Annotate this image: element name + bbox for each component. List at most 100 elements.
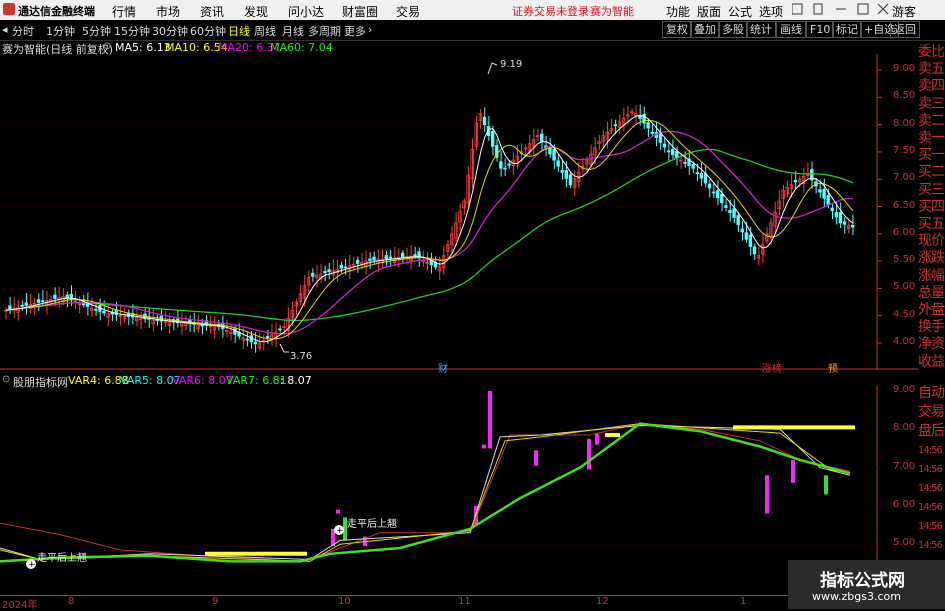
- app-logo-icon: [3, 3, 15, 15]
- tab-period-9[interactable]: 多周期: [308, 23, 341, 39]
- candle-body: [646, 122, 650, 129]
- signal-bar: [595, 433, 599, 445]
- x-axis-month-9: 9: [212, 596, 219, 607]
- chevron-right-icon[interactable]: ›: [368, 23, 372, 36]
- candle-body: [818, 189, 822, 193]
- tab-period-7[interactable]: 周线: [254, 23, 276, 39]
- watermark-url: www.zbgs3.com: [812, 590, 901, 603]
- button-f10[interactable]: F10: [806, 21, 835, 38]
- skin-icon: [792, 3, 803, 15]
- candle-body: [683, 161, 687, 164]
- menu-quotes[interactable]: 行情: [112, 3, 136, 20]
- candle-body: [752, 246, 757, 255]
- candle-body: [715, 190, 720, 199]
- menu-market[interactable]: 市场: [156, 3, 180, 20]
- ma20-line: [5, 130, 854, 335]
- candle-body: [200, 324, 204, 327]
- right-panel-label: 交易: [918, 404, 945, 421]
- button-overlay[interactable]: 叠加: [690, 21, 720, 38]
- x-axis-month-11: 11: [458, 596, 471, 607]
- candle-body: [826, 194, 830, 205]
- tab-period-4[interactable]: 30分钟: [152, 23, 188, 39]
- main-y-tick: 5.00: [893, 281, 916, 293]
- candle-body: [388, 256, 393, 259]
- app-name: 通达信金融终端: [18, 5, 95, 18]
- candle-body: [851, 225, 855, 228]
- settings-icon[interactable]: ⊙: [2, 374, 10, 385]
- svg-text:+: +: [336, 526, 344, 536]
- candle-body: [413, 254, 417, 257]
- right-panel-label: 14:56: [918, 442, 945, 459]
- settings-icon[interactable]: ⊙: [103, 41, 111, 52]
- event-marker-limit-up[interactable]: 涨榜: [762, 360, 782, 375]
- candlestick-chart[interactable]: [0, 54, 918, 370]
- candle-body: [703, 173, 708, 184]
- main-y-tick: 7.00: [893, 172, 916, 184]
- menu-ask[interactable]: 问小达: [288, 3, 324, 20]
- main-y-tick: 8.00: [893, 117, 916, 129]
- candle-body: [736, 215, 740, 226]
- candle-body: [102, 310, 106, 314]
- tab-period-10[interactable]: 更多: [344, 23, 366, 39]
- right-panel-label: 14:56: [918, 518, 945, 535]
- button-multi[interactable]: 多股: [718, 21, 748, 38]
- button-adjust[interactable]: 复权: [662, 21, 692, 38]
- candle-body: [724, 205, 728, 208]
- guest-label[interactable]: 游客: [892, 3, 916, 20]
- main-y-tick: 8.50: [893, 90, 916, 102]
- button-mark[interactable]: 标记: [832, 21, 862, 38]
- tab-arrow-left-icon[interactable]: ◂: [2, 23, 8, 36]
- tab-period-5[interactable]: 60分钟: [190, 23, 226, 39]
- event-marker-forecast[interactable]: 预: [828, 360, 838, 375]
- right-panel-label: 自动: [918, 385, 945, 402]
- menu-wealth[interactable]: 财富圈: [342, 3, 378, 20]
- right-panel-label: 收益: [918, 353, 945, 371]
- candle-body: [548, 147, 552, 155]
- main-y-tick: 4.50: [893, 308, 916, 320]
- button-back[interactable]: 返回: [890, 21, 920, 38]
- candle-body: [658, 132, 663, 143]
- tab-period-1[interactable]: 1分钟: [46, 23, 75, 39]
- candle-body: [507, 163, 511, 166]
- menu-news[interactable]: 资讯: [200, 3, 224, 20]
- main-y-tick: 4.00: [893, 336, 916, 347]
- candle-body: [748, 234, 753, 247]
- candle-body: [36, 299, 41, 303]
- right-panel-label: 卖五: [918, 61, 945, 79]
- login-warning[interactable]: 证券交易未登录: [512, 3, 589, 19]
- right-panel-label: 卖三: [918, 95, 945, 113]
- high-price-label: 9.19: [500, 59, 523, 70]
- menu-options[interactable]: 选项: [759, 3, 783, 20]
- candle-body: [560, 170, 564, 173]
- menu-function[interactable]: 功能: [666, 3, 690, 20]
- indicator-chart[interactable]: + +: [0, 386, 918, 595]
- right-panel-label: 委比: [918, 44, 945, 61]
- menu-trade[interactable]: 交易: [396, 3, 420, 20]
- right-panel-label: 卖四: [918, 78, 945, 96]
- candle-body: [339, 264, 343, 269]
- menu-discover[interactable]: 发现: [244, 3, 268, 20]
- tab-period-8[interactable]: 月线: [282, 23, 304, 39]
- tab-period-6[interactable]: 日线: [228, 23, 250, 39]
- main-y-tick: 9.00: [893, 63, 916, 74]
- candle-body: [355, 259, 360, 264]
- button-draw[interactable]: 画线: [776, 21, 806, 38]
- right-panel-label: 买五: [918, 216, 945, 233]
- indicator-white-line: [0, 424, 851, 561]
- candle-body: [564, 170, 569, 179]
- candle-body: [830, 207, 834, 211]
- candle-body: [666, 150, 671, 153]
- button-stats[interactable]: 统计: [746, 21, 776, 38]
- tab-period-0[interactable]: 分时: [12, 23, 34, 39]
- candle-body: [24, 302, 28, 306]
- candle-body: [384, 255, 388, 260]
- event-marker-finance[interactable]: 财: [438, 360, 448, 375]
- tab-period-3[interactable]: 15分钟: [114, 23, 150, 39]
- tab-period-2[interactable]: 5分钟: [82, 23, 111, 39]
- menu-layout[interactable]: 版面: [697, 3, 721, 20]
- menu-formula[interactable]: 公式: [728, 3, 752, 20]
- right-panel-label: 买四: [918, 198, 945, 216]
- right-panel-label: 买一: [918, 147, 945, 165]
- candle-body: [343, 266, 348, 269]
- signal-bar: [482, 444, 486, 449]
